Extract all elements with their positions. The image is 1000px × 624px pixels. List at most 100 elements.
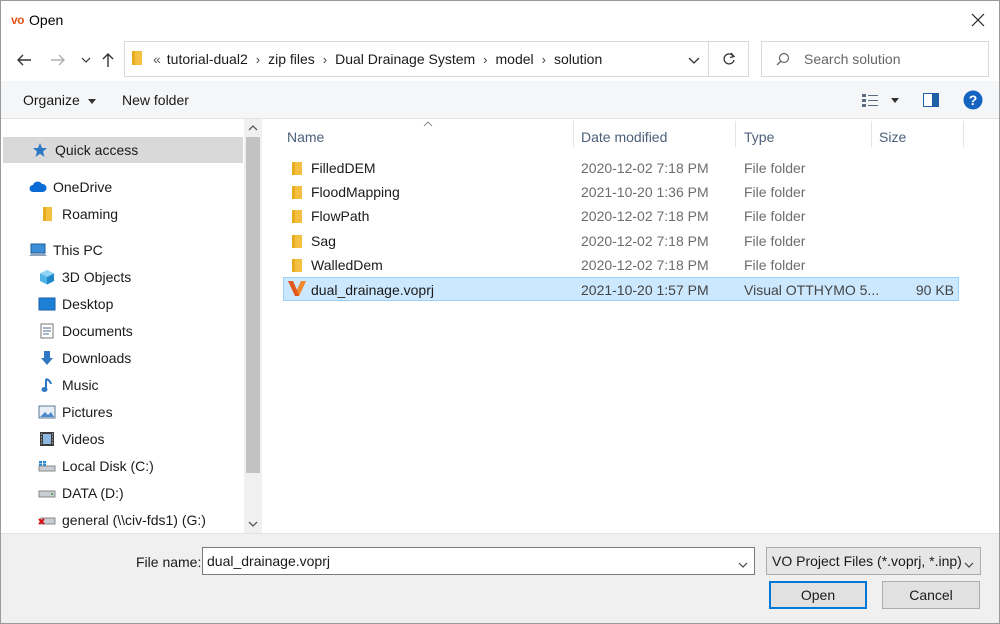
nav-label: Desktop: [62, 296, 114, 312]
breadcrumb-dual-drainage-system[interactable]: Dual Drainage System: [335, 51, 475, 67]
music-note-icon: [38, 376, 56, 394]
refresh-icon: [722, 52, 735, 65]
column-divider[interactable]: [871, 121, 872, 147]
nav-data-drive[interactable]: DATA (D:): [1, 480, 124, 506]
chevron-right-icon[interactable]: ›: [256, 52, 260, 67]
address-bar[interactable]: « tutorial-dual2 › zip files › Dual Drai…: [124, 41, 709, 77]
download-arrow-icon: [38, 349, 56, 367]
nav-quick-access[interactable]: Quick access: [3, 137, 243, 163]
nav-documents[interactable]: Documents: [1, 318, 133, 344]
cancel-button[interactable]: Cancel: [882, 581, 980, 609]
file-list: Name Date modified Type Size FilledDEM 2…: [263, 119, 999, 533]
up-button[interactable]: [97, 49, 119, 71]
nav-label: general (\\civ-fds1) (G:): [62, 512, 206, 528]
close-button[interactable]: [965, 7, 991, 33]
file-name: FlowPath: [311, 208, 370, 224]
file-size: 90 KB: [915, 282, 954, 298]
forward-button[interactable]: [47, 49, 69, 71]
disconnected-network-drive-icon: [38, 511, 56, 529]
view-options-button[interactable]: [861, 90, 899, 110]
breadcrumb-tutorial-dual2[interactable]: tutorial-dual2: [167, 51, 248, 67]
dialog-title: Open: [29, 12, 64, 28]
navigation-pane: Quick access OneDrive Roaming This PC 3D…: [1, 119, 263, 533]
title-bar: vo Open: [1, 1, 999, 39]
scroll-down-button[interactable]: [244, 515, 262, 533]
file-row-selected[interactable]: dual_drainage.voprj 2021-10-20 1:57 PM V…: [283, 277, 959, 301]
nav-label: Music: [62, 377, 99, 393]
scroll-thumb[interactable]: [246, 137, 260, 473]
column-header-size[interactable]: Size: [879, 125, 906, 149]
nav-local-disk[interactable]: Local Disk (C:): [1, 453, 154, 479]
refresh-button[interactable]: [709, 41, 749, 77]
nav-label: Quick access: [55, 142, 139, 158]
address-dropdown-button[interactable]: [688, 52, 700, 68]
folder-icon: [292, 259, 302, 272]
column-header-type[interactable]: Type: [744, 125, 774, 149]
chevron-right-icon[interactable]: ›: [542, 52, 546, 67]
chevron-down-icon: [738, 562, 748, 568]
help-icon: ?: [963, 90, 983, 110]
visual-otthymo-icon: [288, 281, 306, 296]
file-row[interactable]: WalledDem 2020-12-02 7:18 PM File folder: [283, 253, 959, 277]
nav-pictures[interactable]: Pictures: [1, 399, 113, 425]
chevron-right-icon[interactable]: ›: [323, 52, 327, 67]
preview-pane-button[interactable]: [923, 90, 939, 110]
chevron-right-icon[interactable]: ›: [483, 52, 487, 67]
search-input[interactable]: Search solution: [761, 41, 989, 77]
drive-icon: [38, 484, 56, 502]
file-row[interactable]: FlowPath 2020-12-02 7:18 PM File folder: [283, 204, 959, 228]
back-button[interactable]: [13, 49, 35, 71]
breadcrumb-model[interactable]: model: [496, 51, 534, 67]
nav-music[interactable]: Music: [1, 372, 99, 398]
column-divider[interactable]: [735, 121, 736, 147]
breadcrumb-solution[interactable]: solution: [554, 51, 602, 67]
close-icon: [971, 13, 985, 27]
computer-icon: [29, 241, 47, 259]
file-date: 2020-12-02 7:18 PM: [581, 233, 709, 249]
film-icon: [38, 430, 56, 448]
breadcrumb-overflow[interactable]: «: [153, 51, 161, 67]
help-button[interactable]: ?: [963, 90, 983, 110]
nav-3d-objects[interactable]: 3D Objects: [1, 264, 131, 290]
breadcrumb-zip-files[interactable]: zip files: [268, 51, 315, 67]
filetype-value: VO Project Files (*.voprj, *.inp): [772, 553, 962, 569]
organize-button[interactable]: Organize: [23, 92, 96, 108]
new-folder-button[interactable]: New folder: [122, 92, 189, 108]
search-icon: [776, 52, 790, 66]
cloud-icon: [29, 178, 47, 196]
file-date: 2021-10-20 1:57 PM: [581, 282, 709, 298]
file-name: dual_drainage.voprj: [311, 282, 434, 298]
nav-this-pc[interactable]: This PC: [1, 237, 103, 263]
file-row[interactable]: FilledDEM 2020-12-02 7:18 PM File folder: [283, 156, 959, 180]
nav-desktop[interactable]: Desktop: [1, 291, 113, 317]
windows-drive-icon: [38, 457, 56, 475]
nav-network-drive[interactable]: general (\\civ-fds1) (G:): [1, 507, 206, 533]
nav-videos[interactable]: Videos: [1, 426, 105, 452]
recent-locations-button[interactable]: [75, 49, 97, 71]
file-row[interactable]: Sag 2020-12-02 7:18 PM File folder: [283, 229, 959, 253]
chevron-down-icon: [688, 57, 700, 64]
file-row[interactable]: FloodMapping 2021-10-20 1:36 PM File fol…: [283, 180, 959, 204]
column-divider[interactable]: [963, 121, 964, 147]
column-header-date[interactable]: Date modified: [581, 125, 667, 149]
filetype-select[interactable]: VO Project Files (*.voprj, *.inp): [766, 547, 981, 575]
file-name: FloodMapping: [311, 184, 400, 200]
open-button[interactable]: Open: [769, 581, 867, 609]
nav-downloads[interactable]: Downloads: [1, 345, 131, 371]
file-date: 2020-12-02 7:18 PM: [581, 208, 709, 224]
preview-pane-icon: [923, 93, 939, 107]
filename-dropdown-button[interactable]: [738, 555, 748, 571]
address-row: « tutorial-dual2 › zip files › Dual Drai…: [1, 41, 999, 77]
column-header-name[interactable]: Name: [287, 125, 324, 149]
nav-onedrive[interactable]: OneDrive: [1, 174, 112, 200]
chevron-down-icon: [248, 521, 258, 527]
filename-input[interactable]: dual_drainage.voprj: [202, 547, 755, 575]
nav-roaming[interactable]: Roaming: [1, 201, 118, 227]
nav-label: DATA (D:): [62, 485, 124, 501]
scroll-up-button[interactable]: [244, 119, 262, 137]
column-divider[interactable]: [573, 121, 574, 147]
app-logo: vo: [11, 13, 25, 27]
nav-scrollbar[interactable]: [244, 119, 262, 533]
nav-label: This PC: [53, 242, 103, 258]
file-type: File folder: [744, 208, 806, 224]
